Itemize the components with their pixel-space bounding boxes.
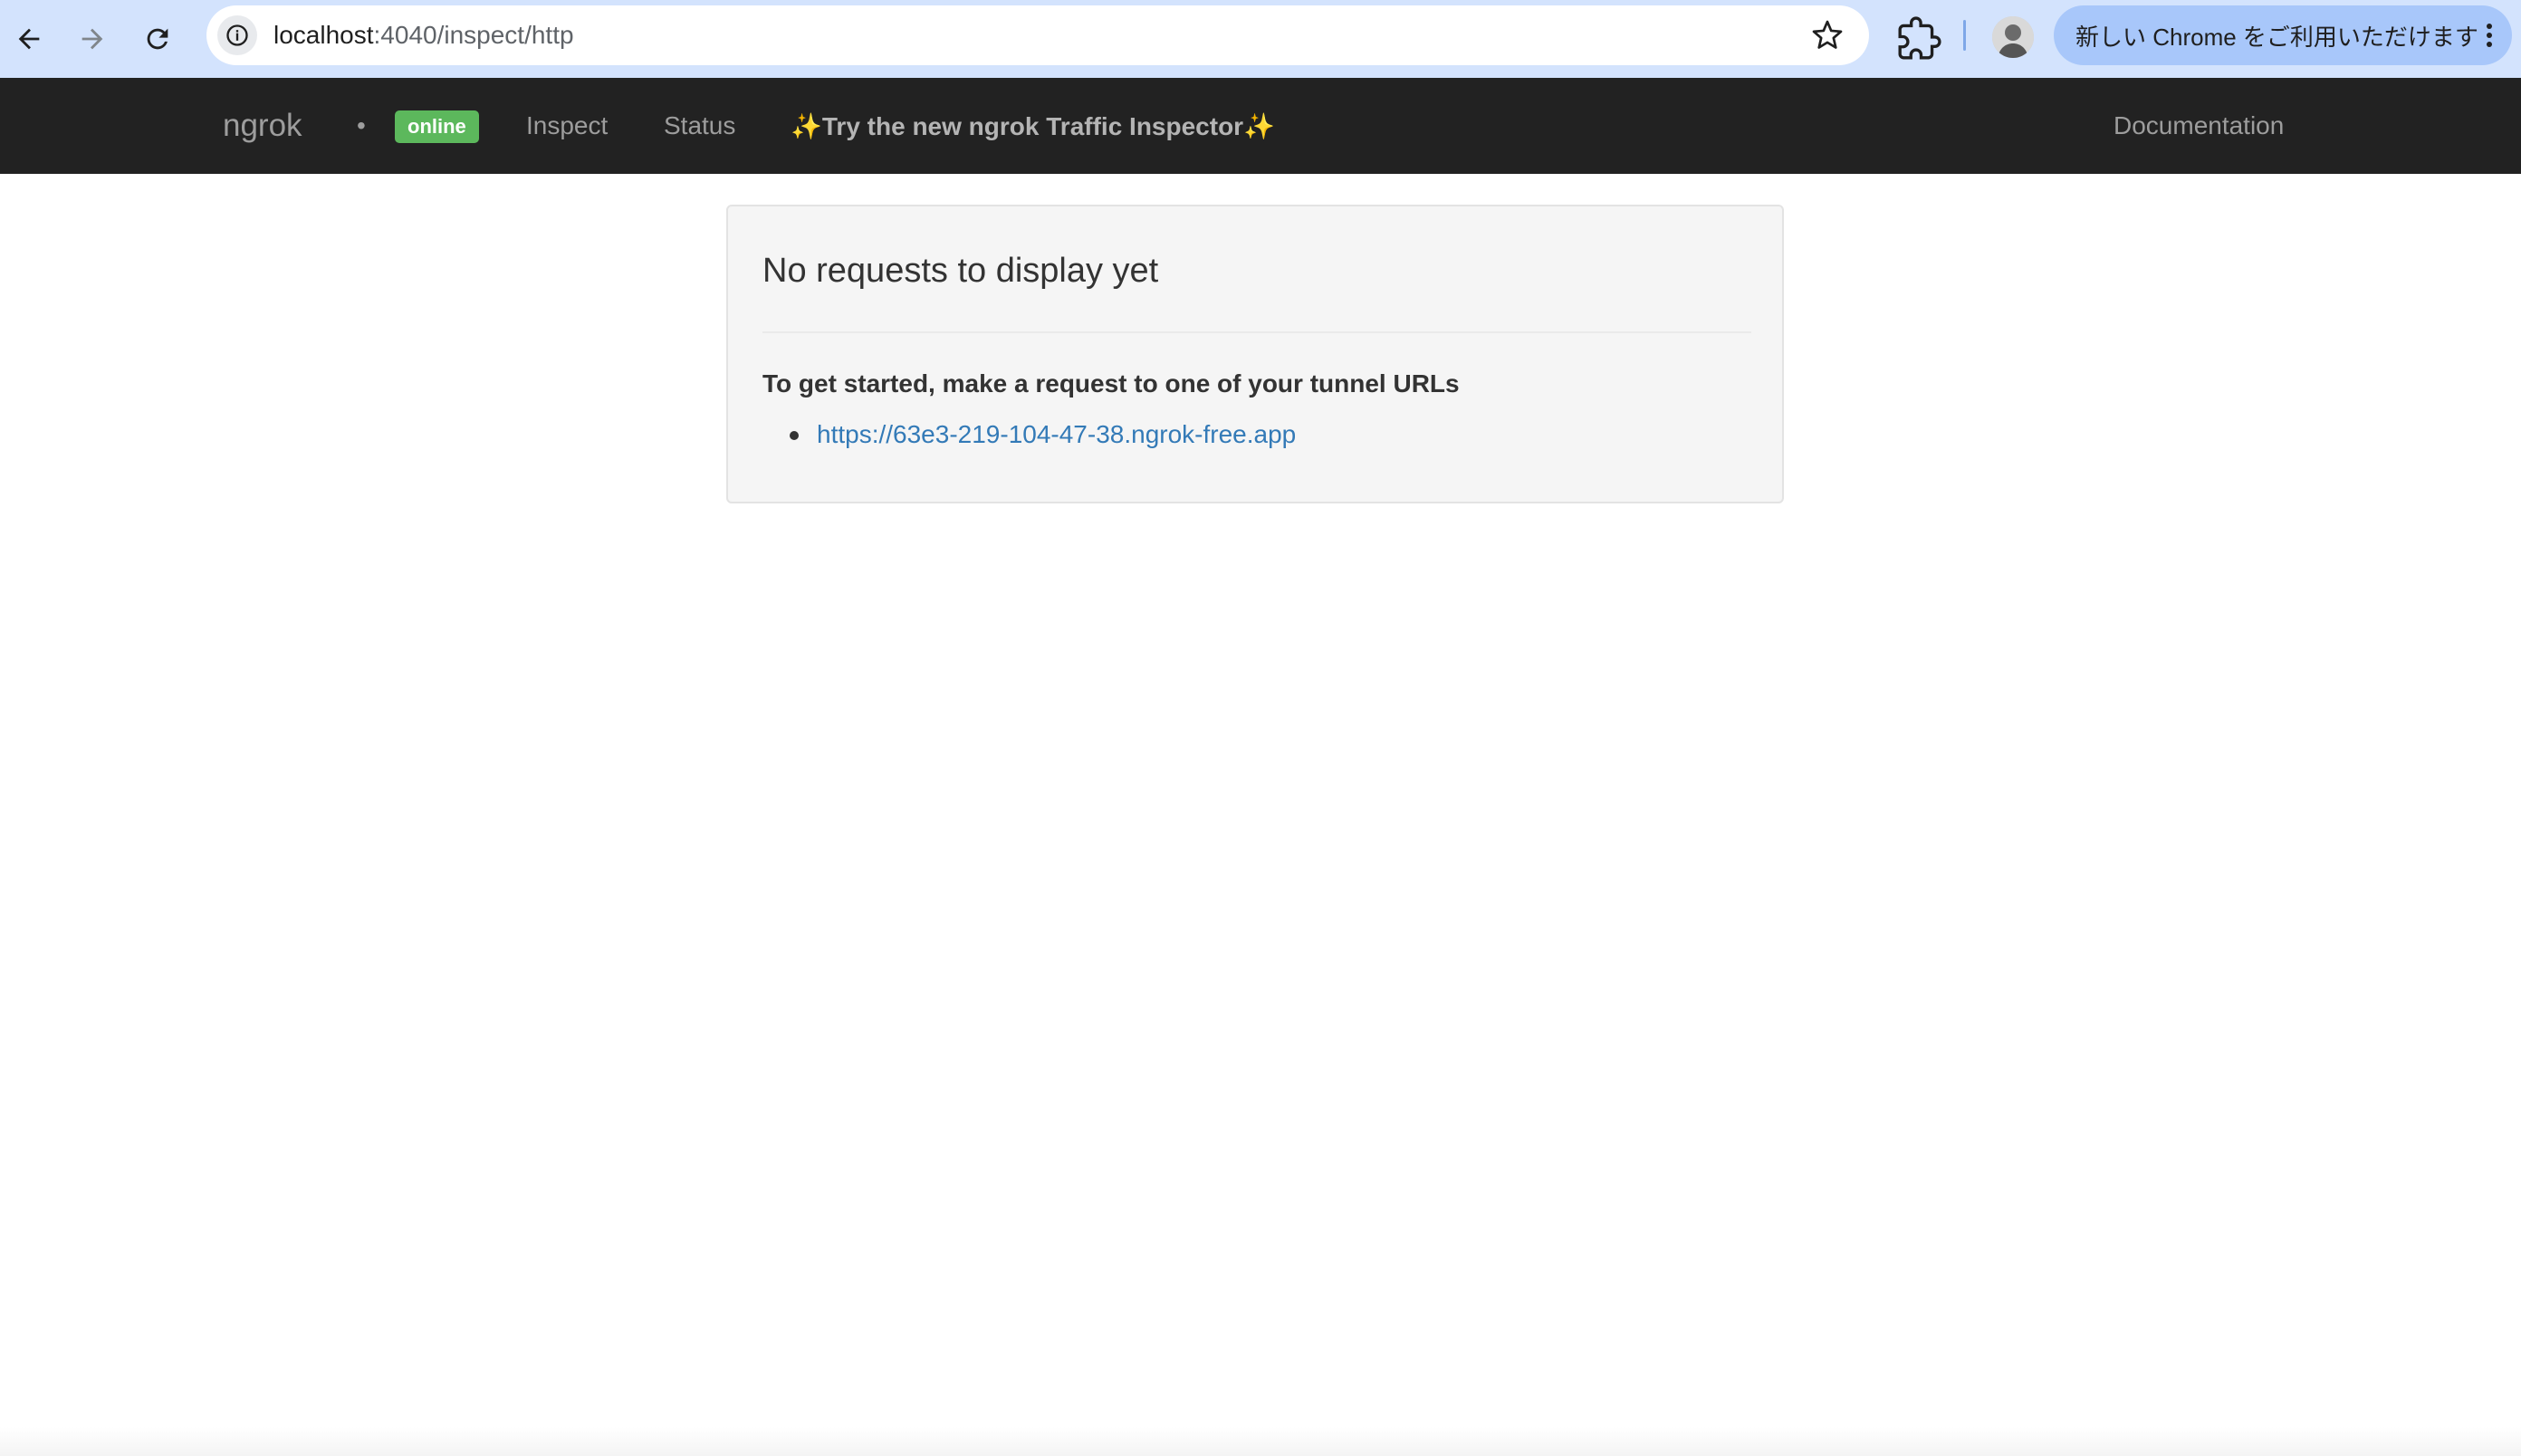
nav-inspect[interactable]: Inspect <box>526 78 608 174</box>
page-title: No requests to display yet <box>762 252 1159 290</box>
empty-requests-panel: No requests to display yet To get starte… <box>726 205 1784 503</box>
toolbar-divider <box>1963 20 1966 51</box>
forward-arrow-icon <box>81 28 103 50</box>
url-path: :4040/inspect/http <box>373 21 574 49</box>
url-host: localhost <box>273 21 374 49</box>
brand-separator: • <box>357 111 366 139</box>
bullet-icon <box>790 431 799 440</box>
back-button[interactable] <box>2 12 56 66</box>
nav-status[interactable]: Status <box>664 78 735 174</box>
brand-logo[interactable]: ngrok <box>223 78 302 174</box>
reload-icon <box>147 28 168 50</box>
status-badge: online <box>395 110 479 143</box>
browser-toolbar: localhost:4040/inspect/http 新しい Chrome を… <box>0 0 2521 78</box>
profile-avatar[interactable] <box>1992 16 2034 58</box>
extensions-puzzle-icon[interactable] <box>1896 16 1941 62</box>
address-bar[interactable]: localhost:4040/inspect/http <box>206 5 1869 65</box>
chrome-update-button[interactable]: 新しい Chrome をご利用いただけます <box>2054 5 2512 65</box>
ngrok-navbar: ngrok • online Inspect Status ✨Try the n… <box>0 78 2521 174</box>
more-menu-icon <box>2487 24 2492 47</box>
site-info-icon[interactable] <box>217 15 257 55</box>
url-text[interactable]: localhost:4040/inspect/http <box>273 5 574 65</box>
divider <box>762 331 1751 333</box>
bookmark-star-icon[interactable] <box>1811 19 1844 52</box>
back-arrow-icon <box>18 28 40 50</box>
list-item: https://63e3-219-104-47-38.ngrok-free.ap… <box>790 417 1296 453</box>
nav-traffic-inspector-promo[interactable]: ✨Try the new ngrok Traffic Inspector✨ <box>791 78 1275 174</box>
tunnel-url-link[interactable]: https://63e3-219-104-47-38.ngrok-free.ap… <box>817 420 1296 448</box>
forward-button[interactable] <box>65 12 120 66</box>
tunnel-url-list: https://63e3-219-104-47-38.ngrok-free.ap… <box>790 417 1296 453</box>
bottom-edge <box>0 1427 2521 1456</box>
chrome-update-label: 新しい Chrome をご利用いただけます <box>2075 23 2478 51</box>
getting-started-text: To get started, make a request to one of… <box>762 369 1460 398</box>
nav-documentation[interactable]: Documentation <box>2114 78 2284 174</box>
reload-button[interactable] <box>130 12 185 66</box>
